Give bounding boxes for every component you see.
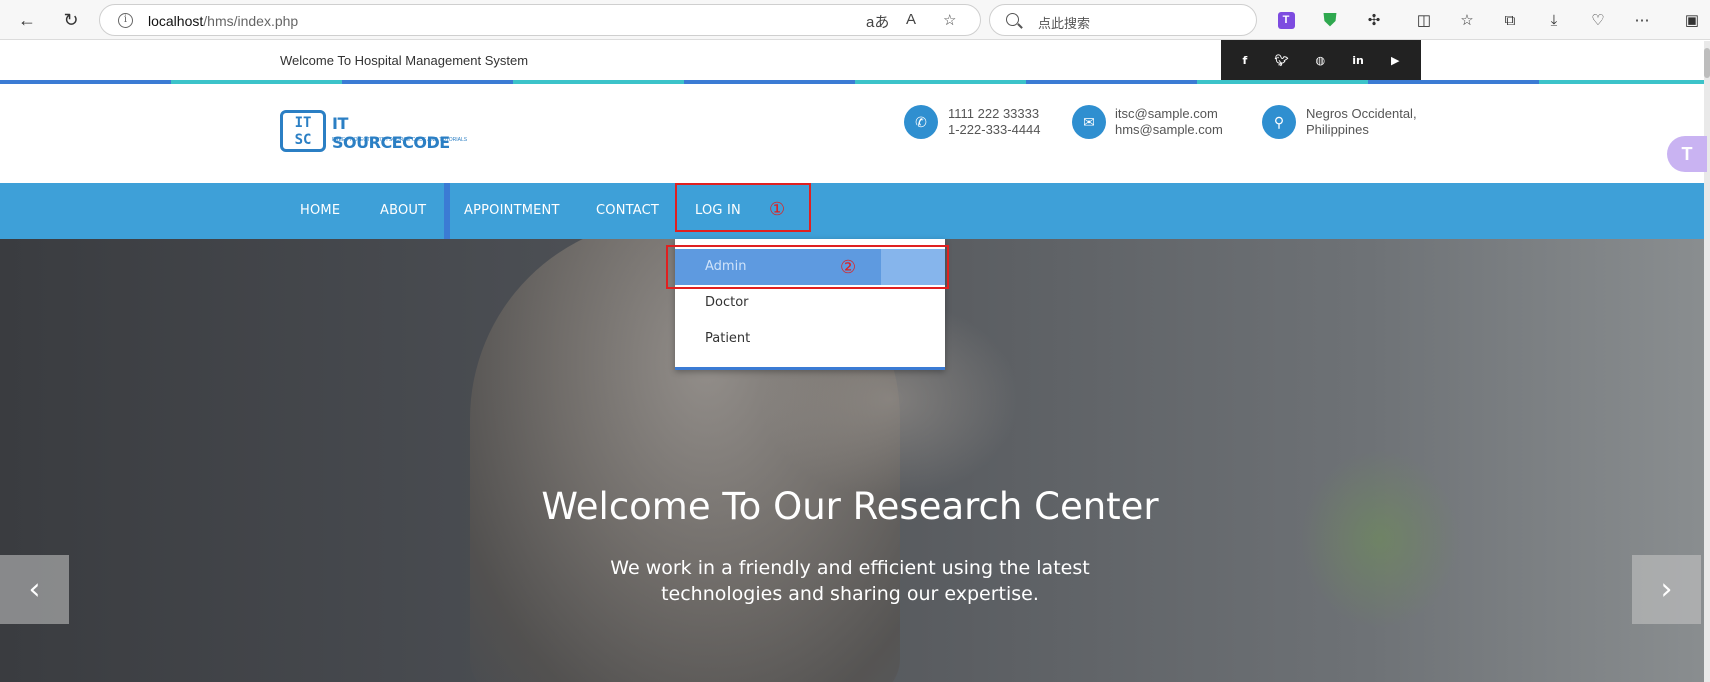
reload-icon[interactable]: ↻ — [57, 6, 85, 34]
email-1: itsc@sample.com — [1115, 106, 1218, 121]
logo-tagline: FREE PROJECTS WITH SOURCE CODE AND TUTOR… — [332, 137, 468, 143]
search-icon — [1006, 13, 1019, 26]
dropdown-item-doctor[interactable]: Doctor — [675, 285, 945, 321]
phone-2: 1-222-333-4444 — [948, 122, 1041, 137]
location-pin-icon: ⚲ — [1262, 105, 1296, 139]
address-line-1: Negros Occidental, — [1306, 106, 1417, 121]
hero-plant-image — [1300, 449, 1460, 629]
annotation-number-2: ② — [840, 257, 857, 278]
more-menu-icon[interactable]: ⋯ — [1630, 8, 1654, 32]
address-bar[interactable]: i localhost/hms/index.php aあ A ☆ — [99, 4, 981, 36]
download-icon[interactable]: ⤓ — [1542, 8, 1566, 32]
site-header: IT SC IT SOURCECODE FREE PROJECTS WITH S… — [0, 84, 1710, 183]
twitter-icon[interactable]: 🐦︎ — [1274, 54, 1288, 67]
search-placeholder: 点此搜索 — [1038, 16, 1091, 31]
linkedin-icon[interactable]: in — [1352, 54, 1364, 67]
top-bar: Welcome To Hospital Management System f … — [0, 40, 1710, 81]
logo-mark: IT SC — [280, 110, 326, 152]
split-screen-icon[interactable]: ◫ — [1412, 8, 1436, 32]
annotation-number-1: ① — [769, 199, 786, 220]
facebook-icon[interactable]: f — [1243, 54, 1248, 67]
address-line-2: Philippines — [1306, 122, 1369, 137]
sidebar-toggle-icon[interactable]: ▣ — [1680, 8, 1704, 32]
favorite-star-icon[interactable]: ☆ — [943, 11, 956, 29]
favorites-icon[interactable]: ☆ — [1455, 8, 1479, 32]
url-path: /hms/index.php — [203, 13, 299, 29]
hero-title: Welcome To Our Research Center — [541, 485, 1159, 528]
nav-appointment[interactable]: APPOINTMENT — [464, 183, 560, 239]
extension-purple-icon[interactable]: T — [1274, 8, 1298, 32]
site-logo[interactable]: IT SC IT SOURCECODE FREE PROJECTS WITH S… — [280, 110, 467, 154]
phone-contact: 1111 222 33333 1-222-333-4444 — [948, 106, 1041, 138]
hero-subtitle: We work in a friendly and efficient usin… — [610, 557, 1090, 605]
floating-translate-widget-icon[interactable]: T — [1667, 136, 1707, 172]
annotation-box-login — [675, 183, 811, 232]
browser-toolbar: ← ↻ i localhost/hms/index.php aあ A ☆ 点此搜… — [0, 0, 1710, 40]
nav-home[interactable]: HOME — [300, 183, 340, 239]
annotation-box-admin — [666, 245, 949, 289]
shield-extension-icon[interactable]: ⛊ — [1318, 8, 1342, 32]
nav-contact[interactable]: CONTACT — [596, 183, 659, 239]
carousel-prev-button[interactable]: ‹ — [0, 555, 69, 624]
nav-about[interactable]: ABOUT — [380, 183, 426, 239]
main-navigation: HOME ABOUT APPOINTMENT CONTACT LOG IN — [0, 183, 1710, 239]
email-icon: ✉ — [1072, 105, 1106, 139]
dropdown-item-patient[interactable]: Patient — [675, 321, 945, 357]
phone-icon: ✆ — [904, 105, 938, 139]
extensions-puzzle-icon[interactable]: ✣ — [1362, 8, 1386, 32]
read-aloud-icon[interactable]: A — [906, 11, 916, 28]
scrollbar-thumb[interactable] — [1704, 48, 1710, 78]
phone-1: 1111 222 33333 — [948, 106, 1040, 121]
collections-icon[interactable]: ⧉ — [1498, 8, 1522, 32]
browser-search-box[interactable]: 点此搜索 — [989, 4, 1257, 36]
youtube-icon[interactable]: ▶ — [1391, 54, 1399, 67]
carousel-next-button[interactable]: › — [1632, 555, 1701, 624]
url-host: localhost — [148, 13, 204, 29]
welcome-text: Welcome To Hospital Management System — [280, 53, 529, 68]
browser-essentials-icon[interactable]: ♡ — [1586, 8, 1610, 32]
back-icon[interactable]: ← — [13, 6, 41, 34]
nav-divider — [444, 183, 450, 239]
site-info-icon[interactable]: i — [118, 13, 133, 28]
address-url[interactable]: localhost/hms/index.php — [148, 13, 298, 29]
email-contact: itsc@sample.com hms@sample.com — [1115, 106, 1223, 138]
email-2: hms@sample.com — [1115, 122, 1223, 137]
social-links: f 🐦︎ ◍ in ▶ — [1221, 40, 1421, 81]
dribbble-icon[interactable]: ◍ — [1316, 54, 1326, 67]
logo-name: IT SOURCECODE — [332, 114, 450, 152]
address-contact: Negros Occidental, Philippines — [1306, 106, 1417, 138]
translate-icon[interactable]: aあ — [866, 11, 889, 32]
